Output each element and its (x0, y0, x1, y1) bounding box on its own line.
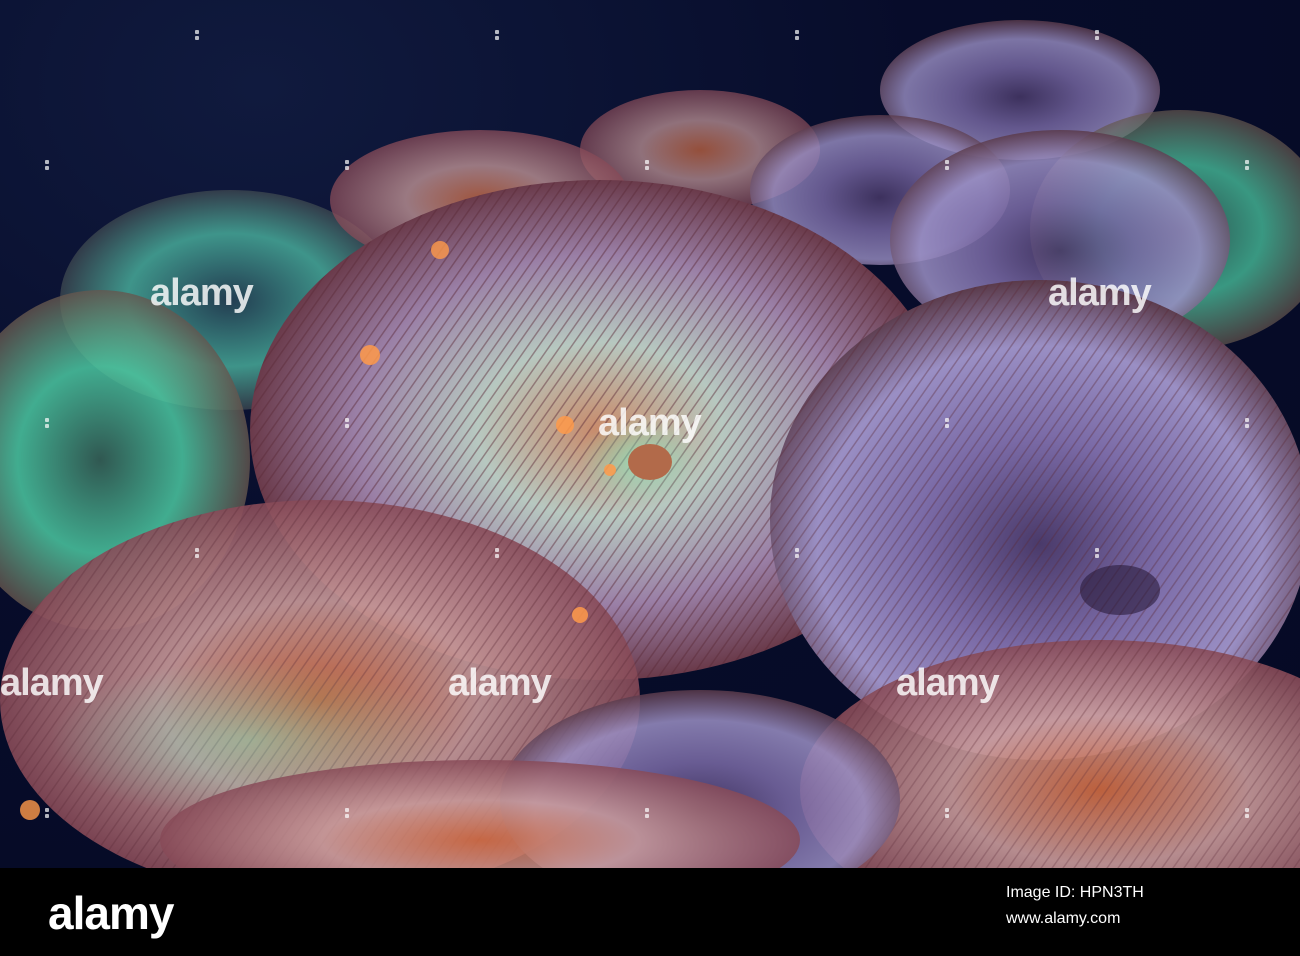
watermark-mark (942, 808, 952, 822)
watermark-mark (1242, 418, 1252, 432)
watermark-mark (1092, 30, 1102, 44)
watermark-mark (342, 160, 352, 174)
watermark-text: alamy (150, 272, 254, 314)
coral-mouth (1080, 565, 1160, 615)
watermark-mark (342, 418, 352, 432)
watermark-mark (942, 418, 952, 432)
site-url[interactable]: www.alamy.com (1006, 910, 1120, 928)
watermark-mark (492, 548, 502, 562)
watermark-text: alamy (1048, 272, 1152, 314)
watermark-mark (342, 808, 352, 822)
image-id: Image ID: HPN3TH (1006, 884, 1144, 901)
alamy-logo: alamy (48, 887, 174, 939)
watermark-mark (42, 160, 52, 174)
watermark-mark (192, 30, 202, 44)
coral-speck (431, 241, 449, 259)
watermark-text: alamy (0, 662, 104, 704)
watermark-mark (642, 808, 652, 822)
watermark-mark (492, 30, 502, 44)
coral-speck (572, 607, 588, 623)
watermark-text: alamy (896, 662, 1000, 704)
watermark-mark (792, 548, 802, 562)
coral-speck (360, 345, 380, 365)
coral-speck (20, 800, 40, 820)
watermark-mark (1242, 808, 1252, 822)
watermark-mark (942, 160, 952, 174)
watermark-mark (792, 30, 802, 44)
watermark-mark (1242, 160, 1252, 174)
watermark-text: alamy (448, 662, 552, 704)
coral-speck (604, 464, 616, 476)
watermark-mark (1092, 548, 1102, 562)
coral-speck (556, 416, 574, 434)
watermark-text: alamy (598, 402, 702, 444)
watermark-mark (42, 418, 52, 432)
watermark-mark (192, 548, 202, 562)
coral-mouth (628, 444, 672, 480)
watermark-mark (42, 808, 52, 822)
watermark-mark (642, 160, 652, 174)
